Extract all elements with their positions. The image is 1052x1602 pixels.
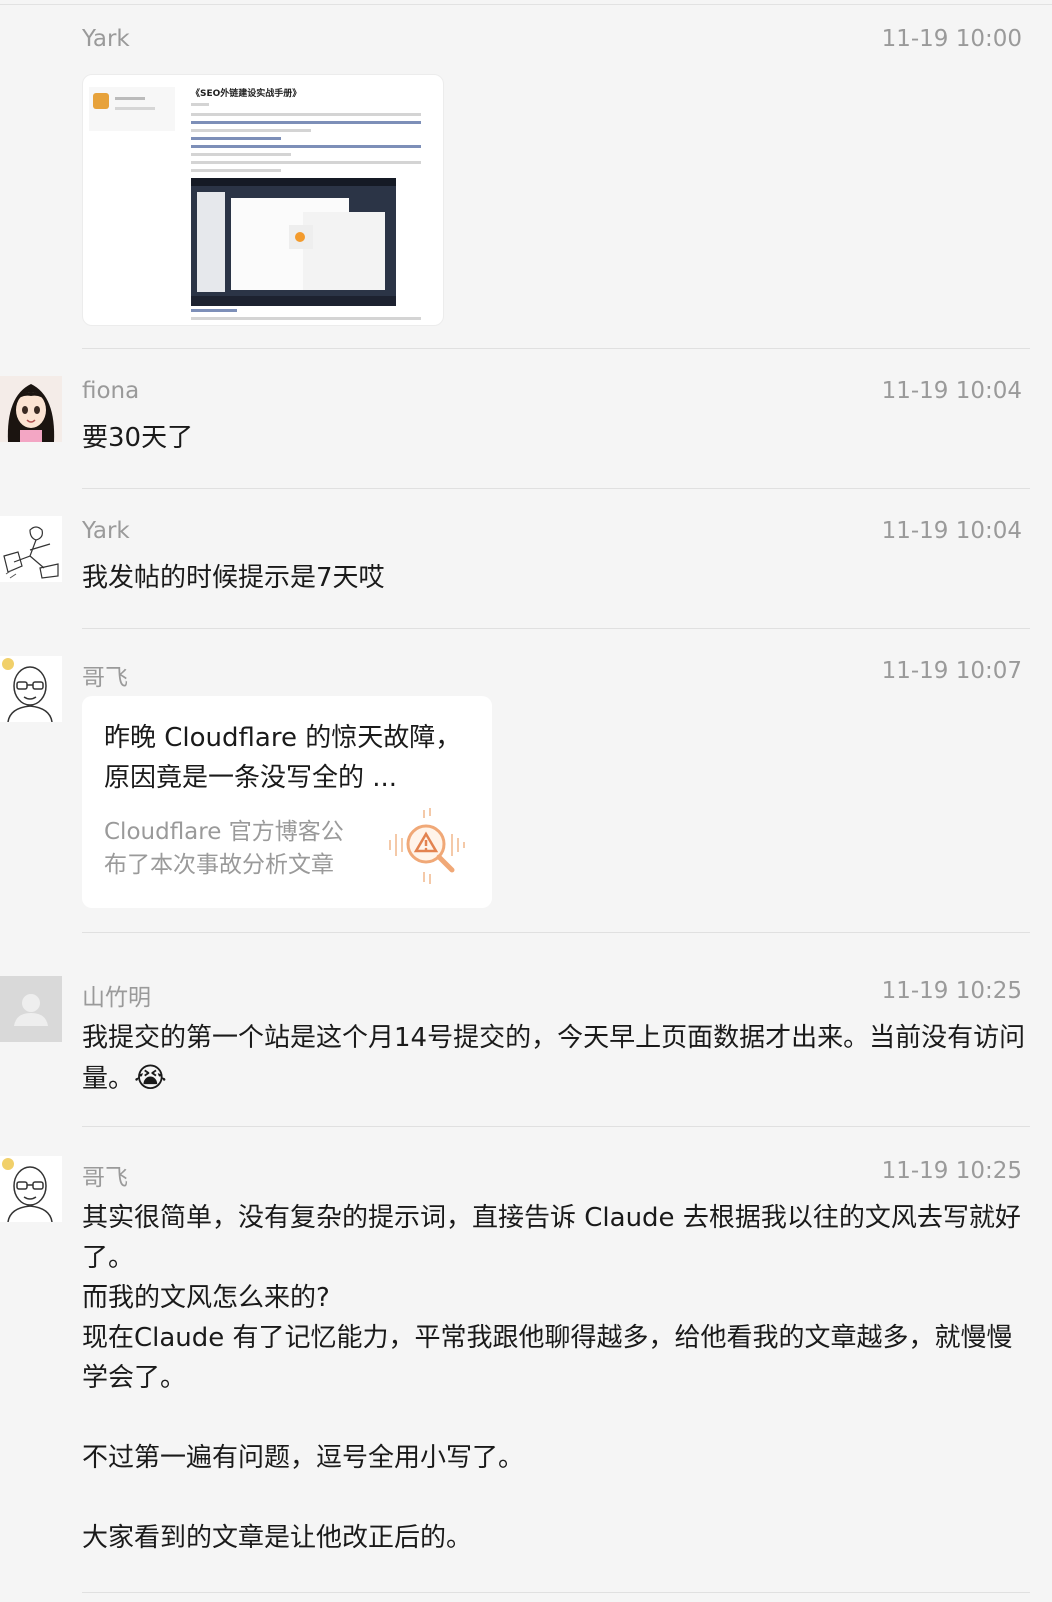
image-author-block bbox=[89, 87, 175, 131]
message-divider bbox=[82, 348, 1030, 349]
message-time: 11-19 10:25 bbox=[881, 978, 1022, 1004]
message-text: 其实很简单，没有复杂的提示词，直接告诉 Claude 去根据我以往的文风去写就好… bbox=[82, 1203, 1021, 1553]
message-time: 11-19 10:04 bbox=[881, 378, 1022, 404]
message-time: 11-19 10:00 bbox=[881, 26, 1022, 52]
sender-name[interactable]: 哥飞 bbox=[82, 1158, 128, 1192]
link-card[interactable]: 昨晚 Cloudflare 的惊天故障，原因竟是一条没写全的 ... Cloud… bbox=[82, 696, 492, 908]
message-time: 11-19 10:04 bbox=[881, 518, 1022, 544]
avatar[interactable] bbox=[0, 1156, 62, 1222]
warning-magnifier-icon bbox=[389, 808, 465, 884]
message-text-wrap: 我提交的第一个站是这个月14号提交的，今天早上页面数据才出来。当前没有访问量。😭 bbox=[82, 1018, 1030, 1099]
message-item: 山竹明 11-19 10:25 我提交的第一个站是这个月14号提交的，今天早上页… bbox=[0, 950, 1052, 1130]
message-item: 哥飞 11-19 10:25 其实很简单，没有复杂的提示词，直接告诉 Claud… bbox=[0, 1130, 1052, 1602]
message-divider bbox=[82, 628, 1030, 629]
sender-name[interactable]: Yark bbox=[82, 518, 130, 544]
image-attachment[interactable]: 《SEO外链建设实战手册》 bbox=[82, 74, 444, 326]
image-doc-title: 《SEO外链建设实战手册》 bbox=[191, 89, 302, 99]
sender-name[interactable]: 山竹明 bbox=[82, 978, 151, 1012]
message-text: 我发帖的时候提示是7天哎 bbox=[82, 563, 385, 593]
avatar[interactable] bbox=[0, 656, 62, 722]
sender-name[interactable]: fiona bbox=[82, 378, 139, 404]
sender-name[interactable]: Yark bbox=[82, 26, 130, 52]
message-text: 我提交的第一个站是这个月14号提交的，今天早上页面数据才出来。当前没有访问量。 bbox=[82, 1023, 1026, 1094]
orange-dot-icon bbox=[295, 232, 305, 242]
message-item: fiona 11-19 10:04 要30天了 bbox=[0, 350, 1052, 490]
sketch-drawing-avatar-icon bbox=[0, 516, 62, 582]
message-item: Yark 11-19 10:04 我发帖的时候提示是7天哎 bbox=[0, 490, 1052, 630]
message-item: 哥飞 11-19 10:07 昨晚 Cloudflare 的惊天故障，原因竟是一… bbox=[0, 630, 1052, 950]
message-divider bbox=[82, 488, 1030, 489]
avatar[interactable] bbox=[0, 976, 62, 1042]
link-title: 昨晚 Cloudflare 的惊天故障，原因竟是一条没写全的 ... bbox=[104, 723, 462, 793]
link-description: Cloudflare 官方博客公布了本次事故分析文章 bbox=[104, 819, 344, 878]
avatar[interactable] bbox=[0, 376, 62, 442]
message-item: Yark 11-19 10:00 《SEO外链建设实战手册》 bbox=[0, 0, 1052, 350]
sender-name[interactable]: 哥飞 bbox=[82, 658, 128, 692]
avatar[interactable] bbox=[0, 516, 62, 582]
message-divider bbox=[82, 932, 1030, 933]
crying-emoji-icon: 😭 bbox=[134, 1061, 167, 1094]
message-text: 要30天了 bbox=[82, 423, 194, 453]
message-divider bbox=[82, 1126, 1030, 1127]
message-time: 11-19 10:07 bbox=[881, 658, 1022, 684]
default-person-avatar-icon bbox=[0, 976, 62, 1042]
message-divider bbox=[82, 1592, 1030, 1593]
glasses-man-avatar-icon bbox=[0, 1156, 62, 1222]
anime-girl-avatar-icon bbox=[0, 376, 62, 442]
glasses-man-avatar-icon bbox=[0, 656, 62, 722]
logo-icon bbox=[93, 93, 109, 109]
message-time: 11-19 10:25 bbox=[881, 1158, 1022, 1184]
